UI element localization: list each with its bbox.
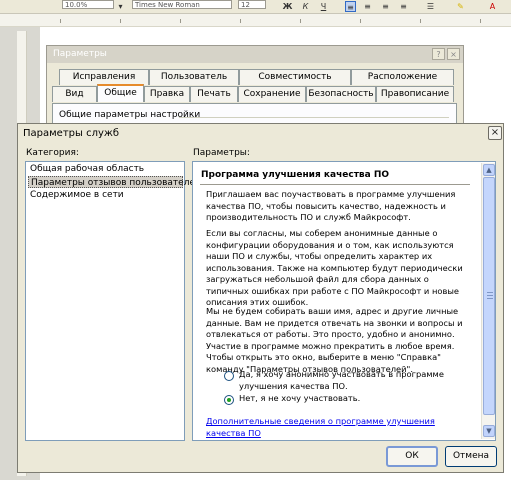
align-center-icon[interactable]: ≡	[362, 1, 373, 12]
tab-spelling[interactable]: Правописание	[376, 86, 454, 102]
section-divider	[200, 184, 470, 185]
service-options-dialog: Параметры служб × Категория: Параметры: …	[17, 123, 504, 473]
tab-general[interactable]: Общие	[97, 84, 144, 102]
participate-no-label[interactable]: Нет, я не хочу участвовать.	[239, 393, 479, 405]
font-size-field[interactable]: 12	[238, 0, 266, 9]
scroll-thumb[interactable]	[483, 177, 495, 415]
close-icon[interactable]: ×	[488, 126, 502, 140]
category-shared-workspace[interactable]: Общая рабочая область	[28, 163, 183, 175]
horizontal-ruler[interactable]	[0, 14, 511, 27]
dialog-title: Параметры служб	[18, 124, 503, 143]
tab-edit[interactable]: Правка	[144, 86, 190, 102]
category-online-content[interactable]: Содержимое в сети	[28, 189, 183, 201]
justify-icon[interactable]: ≡	[398, 1, 409, 12]
parameters-panel: Программа улучшения качества ПО Приглаша…	[192, 161, 496, 441]
align-left-icon[interactable]: ≡	[345, 1, 356, 12]
tab-compatibility[interactable]: Совместимость	[239, 69, 351, 85]
panel-heading: Общие параметры настройки	[59, 110, 201, 120]
categories-label: Категория:	[26, 148, 79, 158]
scroll-down-icon[interactable]: ▼	[483, 425, 495, 437]
ruler-tick	[180, 19, 181, 23]
parameters-label: Параметры:	[193, 148, 250, 158]
participate-no-radio[interactable]	[224, 395, 234, 405]
ruler-tick	[480, 19, 481, 23]
tab-corrections[interactable]: Исправления	[59, 69, 149, 85]
tab-view[interactable]: Вид	[52, 86, 97, 102]
highlight-icon[interactable]: ✎	[455, 1, 466, 12]
section-title: Программа улучшения качества ПО	[201, 170, 389, 180]
intro-paragraph: Приглашаем вас поучаствовать в программе…	[206, 189, 456, 222]
underline-icon[interactable]: Ч	[318, 1, 329, 12]
help-icon[interactable]: ?	[432, 48, 445, 60]
ruler-tick	[420, 19, 421, 23]
close-icon[interactable]: ×	[447, 48, 460, 60]
ruler-tick	[240, 19, 241, 23]
privacy-paragraph: Мы не будем собирать ваши имя, адрес и д…	[206, 306, 463, 374]
grip-line	[487, 292, 493, 293]
tab-layout[interactable]: Расположение	[351, 69, 454, 85]
more-info-link[interactable]: Дополнительные сведения о программе улуч…	[206, 416, 474, 439]
tab-print[interactable]: Печать	[190, 86, 238, 102]
category-list[interactable]: Общая рабочая область Параметры отзывов …	[25, 161, 201, 441]
options-dialog-title: Параметры	[47, 46, 463, 63]
vertical-scrollbar[interactable]: ▲ ▼	[481, 163, 495, 439]
font-color-icon[interactable]: A	[487, 1, 498, 12]
italic-icon[interactable]: К	[300, 1, 311, 12]
tab-save[interactable]: Сохранение	[238, 86, 306, 102]
align-right-icon[interactable]: ≡	[380, 1, 391, 12]
tab-user[interactable]: Пользователь	[149, 69, 239, 85]
grip-line	[487, 298, 493, 299]
separator	[179, 117, 449, 118]
ruler-tick	[300, 19, 301, 23]
ok-button[interactable]: ОК	[386, 446, 438, 467]
word-toolbar: 10.0% ▾ Times New Roman 12 Ж К Ч ≡ ≡ ≡ ≡…	[0, 0, 511, 14]
ruler-tick	[360, 19, 361, 23]
ruler-tick	[120, 19, 121, 23]
zoom-field[interactable]: 10.0%	[62, 0, 114, 9]
cancel-button[interactable]: Отмена	[445, 446, 497, 467]
category-feedback-options[interactable]: Параметры отзывов пользователей	[28, 176, 201, 188]
scroll-up-icon[interactable]: ▲	[483, 164, 495, 176]
data-collection-paragraph: Если вы согласны, мы соберем анонимные д…	[206, 228, 463, 307]
tab-security[interactable]: Безопасность	[306, 86, 376, 102]
font-name-field[interactable]: Times New Roman	[132, 0, 232, 9]
ruler-tick	[60, 19, 61, 23]
bold-icon[interactable]: Ж	[282, 1, 293, 12]
grip-line	[487, 295, 493, 296]
participate-yes-label[interactable]: Да, я хочу анонимно участвовать в програ…	[239, 369, 479, 392]
participate-yes-radio[interactable]	[224, 371, 234, 381]
numbered-list-icon[interactable]: ☰	[425, 1, 436, 12]
zoom-dropdown-icon[interactable]: ▾	[115, 1, 126, 12]
